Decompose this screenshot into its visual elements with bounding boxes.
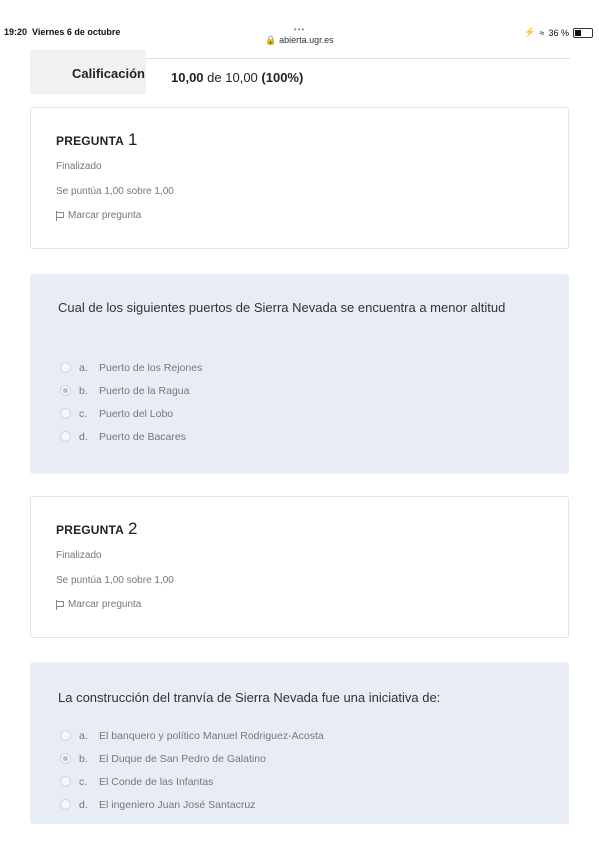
radio-button[interactable] xyxy=(60,362,71,373)
url-text: abierta.ugr.es xyxy=(279,35,334,45)
answer-option-c[interactable]: c. El Conde de las Infantas xyxy=(60,770,324,793)
radio-button[interactable] xyxy=(60,730,71,741)
answer-option-a[interactable]: a. Puerto de los Rejones xyxy=(60,356,202,379)
radio-button[interactable] xyxy=(60,799,71,810)
radio-button-selected[interactable] xyxy=(60,385,71,396)
summary-label-cell: Calificación xyxy=(30,50,146,94)
answer-option-b[interactable]: b. El Duque de San Pedro de Galatino xyxy=(60,747,324,770)
question-content-2: La construcción del tranvía de Sierra Ne… xyxy=(30,662,569,824)
lock-icon: 🔒 xyxy=(265,35,277,45)
flag-icon xyxy=(56,210,64,221)
question-title: PREGUNTA 2 xyxy=(56,519,138,538)
question-text: Cual de los siguientes puertos de Sierra… xyxy=(58,300,506,315)
more-dots-icon[interactable]: ••• xyxy=(0,24,599,35)
flag-question-link[interactable]: Marcar pregunta xyxy=(56,210,141,221)
radio-button[interactable] xyxy=(60,408,71,419)
question-text: La construcción del tranvía de Sierra Ne… xyxy=(58,690,441,705)
question-grade: Se puntúa 1,00 sobre 1,00 xyxy=(56,575,174,586)
question-content-1: Cual de los siguientes puertos de Sierra… xyxy=(30,274,569,474)
radio-button[interactable] xyxy=(60,431,71,442)
question-title: PREGUNTA 1 xyxy=(56,130,138,149)
answer-list: a. Puerto de los Rejones b. Puerto de la… xyxy=(60,356,202,448)
status-indicators: ⚡ ≈ 36 % xyxy=(524,27,593,38)
answer-option-a[interactable]: a. El banquero y político Manuel Rodrigu… xyxy=(60,724,324,747)
status-bar: 19:20 Viernes 6 de octubre ••• 🔒 abierta… xyxy=(0,0,599,45)
radio-button-selected[interactable] xyxy=(60,753,71,764)
wifi-icon: ≈ xyxy=(539,27,545,38)
battery-icon xyxy=(573,27,593,38)
answer-option-d[interactable]: d. El ingeniero Juan José Santacruz xyxy=(60,793,324,816)
answer-option-b[interactable]: b. Puerto de la Ragua xyxy=(60,379,202,402)
flag-question-link[interactable]: Marcar pregunta xyxy=(56,599,141,610)
grade-summary: Calificación 10,00 de 10,00 (100%) xyxy=(30,50,570,94)
question-info-2: PREGUNTA 2 Finalizado Se puntúa 1,00 sobr… xyxy=(30,496,569,638)
question-grade: Se puntúa 1,00 sobre 1,00 xyxy=(56,186,174,197)
grade-value: 10,00 de 10,00 (100%) xyxy=(171,70,304,85)
grade-label: Calificación xyxy=(72,66,145,81)
answer-list: a. El banquero y político Manuel Rodrigu… xyxy=(60,724,324,816)
answer-option-d[interactable]: d. Puerto de Bacares xyxy=(60,425,202,448)
question-state: Finalizado xyxy=(56,550,102,561)
answer-option-c[interactable]: c. Puerto del Lobo xyxy=(60,402,202,425)
battery-percent: 36 % xyxy=(548,27,569,38)
flag-icon xyxy=(56,599,64,610)
question-state: Finalizado xyxy=(56,161,102,172)
radio-button[interactable] xyxy=(60,776,71,787)
question-info-1: PREGUNTA 1 Finalizado Se puntúa 1,00 sobr… xyxy=(30,107,569,249)
address-bar[interactable]: ••• 🔒 abierta.ugr.es xyxy=(0,24,599,46)
charging-icon: ⚡ xyxy=(524,27,536,37)
divider xyxy=(146,58,570,59)
